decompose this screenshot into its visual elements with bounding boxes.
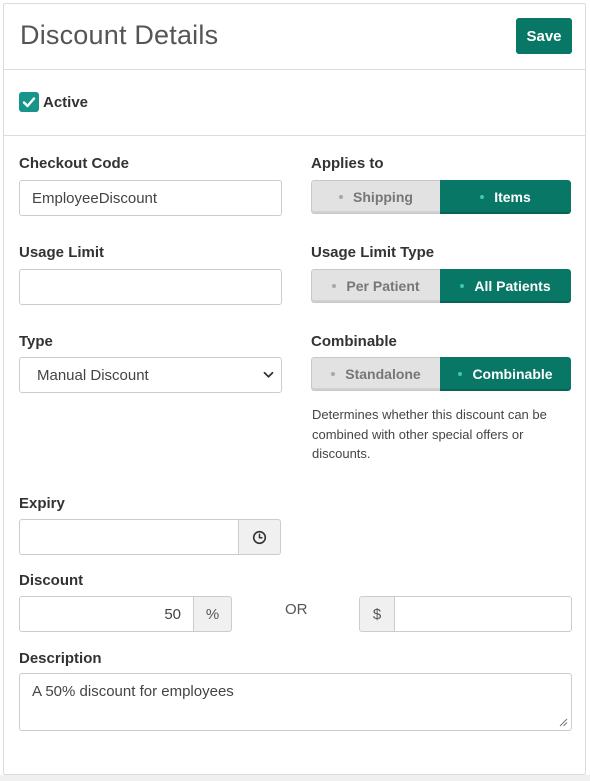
checkout-code-label: Checkout Code xyxy=(19,155,130,172)
description-label: Description xyxy=(19,650,102,667)
dot-icon xyxy=(458,372,463,376)
usage-limit-type-toggle: Per Patient All Patients xyxy=(311,269,571,303)
applies-to-toggle: Shipping Items xyxy=(311,180,571,214)
applies-to-option-shipping[interactable]: Shipping xyxy=(311,180,440,214)
checkout-code-input[interactable]: EmployeeDiscount xyxy=(19,180,282,216)
usage-limit-type-option-per-patient[interactable]: Per Patient xyxy=(311,269,440,303)
usage-limit-type-option-all-patients[interactable]: All Patients xyxy=(440,269,571,303)
save-button[interactable]: Save xyxy=(516,18,572,54)
panel-header: Discount Details Save xyxy=(4,4,585,70)
usage-limit-input[interactable] xyxy=(19,269,282,305)
dot-icon xyxy=(332,284,337,288)
type-select-value: Manual Discount xyxy=(37,366,149,384)
section-divider xyxy=(4,135,585,136)
active-checkbox[interactable] xyxy=(19,92,39,112)
dot-icon xyxy=(480,195,485,199)
or-label: OR xyxy=(285,601,308,618)
description-value: A 50% discount for employees xyxy=(32,683,234,700)
discount-dollar-input[interactable] xyxy=(394,596,572,632)
description-textarea[interactable]: A 50% discount for employees xyxy=(19,673,572,731)
combinable-option-combinable[interactable]: Combinable xyxy=(440,357,571,391)
page-bottom-strip xyxy=(0,775,590,781)
applies-to-option-items[interactable]: Items xyxy=(440,180,571,214)
percent-symbol: % xyxy=(205,605,220,623)
checkout-code-value: EmployeeDiscount xyxy=(32,189,158,207)
chevron-down-icon xyxy=(263,371,274,378)
usage-limit-label: Usage Limit xyxy=(19,244,105,261)
dot-icon xyxy=(460,284,465,288)
option-label: Items xyxy=(494,189,531,205)
option-label: Combinable xyxy=(472,366,553,382)
dot-icon xyxy=(331,372,336,376)
option-label: Standalone xyxy=(345,366,421,382)
type-label: Type xyxy=(19,333,53,350)
resize-grip-icon[interactable] xyxy=(559,718,568,727)
dollar-symbol: $ xyxy=(372,605,382,623)
dollar-addon: $ xyxy=(359,596,395,632)
option-label: All Patients xyxy=(474,278,551,294)
discount-percent-value: 50 xyxy=(164,605,181,623)
option-label: Shipping xyxy=(353,189,413,205)
percent-addon: % xyxy=(193,596,232,632)
type-select[interactable]: Manual Discount xyxy=(19,357,282,393)
discount-label: Discount xyxy=(19,572,84,589)
combinable-toggle: Standalone Combinable xyxy=(311,357,571,391)
discount-percent-input[interactable]: 50 xyxy=(19,596,194,632)
combinable-help-text: Determines whether this discount can be … xyxy=(312,407,547,461)
checkmark-icon xyxy=(22,97,36,108)
expiry-input[interactable] xyxy=(19,519,239,555)
active-label: Active xyxy=(43,93,89,111)
active-checkbox-row[interactable]: Active xyxy=(19,92,88,112)
discount-details-panel: Discount Details Save Active Checkout Co… xyxy=(3,3,586,775)
expiry-picker-button[interactable] xyxy=(238,519,281,555)
dot-icon xyxy=(339,195,344,199)
clock-icon xyxy=(252,530,267,544)
option-label: Per Patient xyxy=(346,278,420,294)
usage-limit-type-label: Usage Limit Type xyxy=(311,244,435,261)
combinable-label: Combinable xyxy=(311,333,397,350)
expiry-label: Expiry xyxy=(19,495,65,512)
page-title: Discount Details xyxy=(20,20,219,50)
applies-to-label: Applies to xyxy=(311,155,384,172)
combinable-option-standalone[interactable]: Standalone xyxy=(311,357,440,391)
